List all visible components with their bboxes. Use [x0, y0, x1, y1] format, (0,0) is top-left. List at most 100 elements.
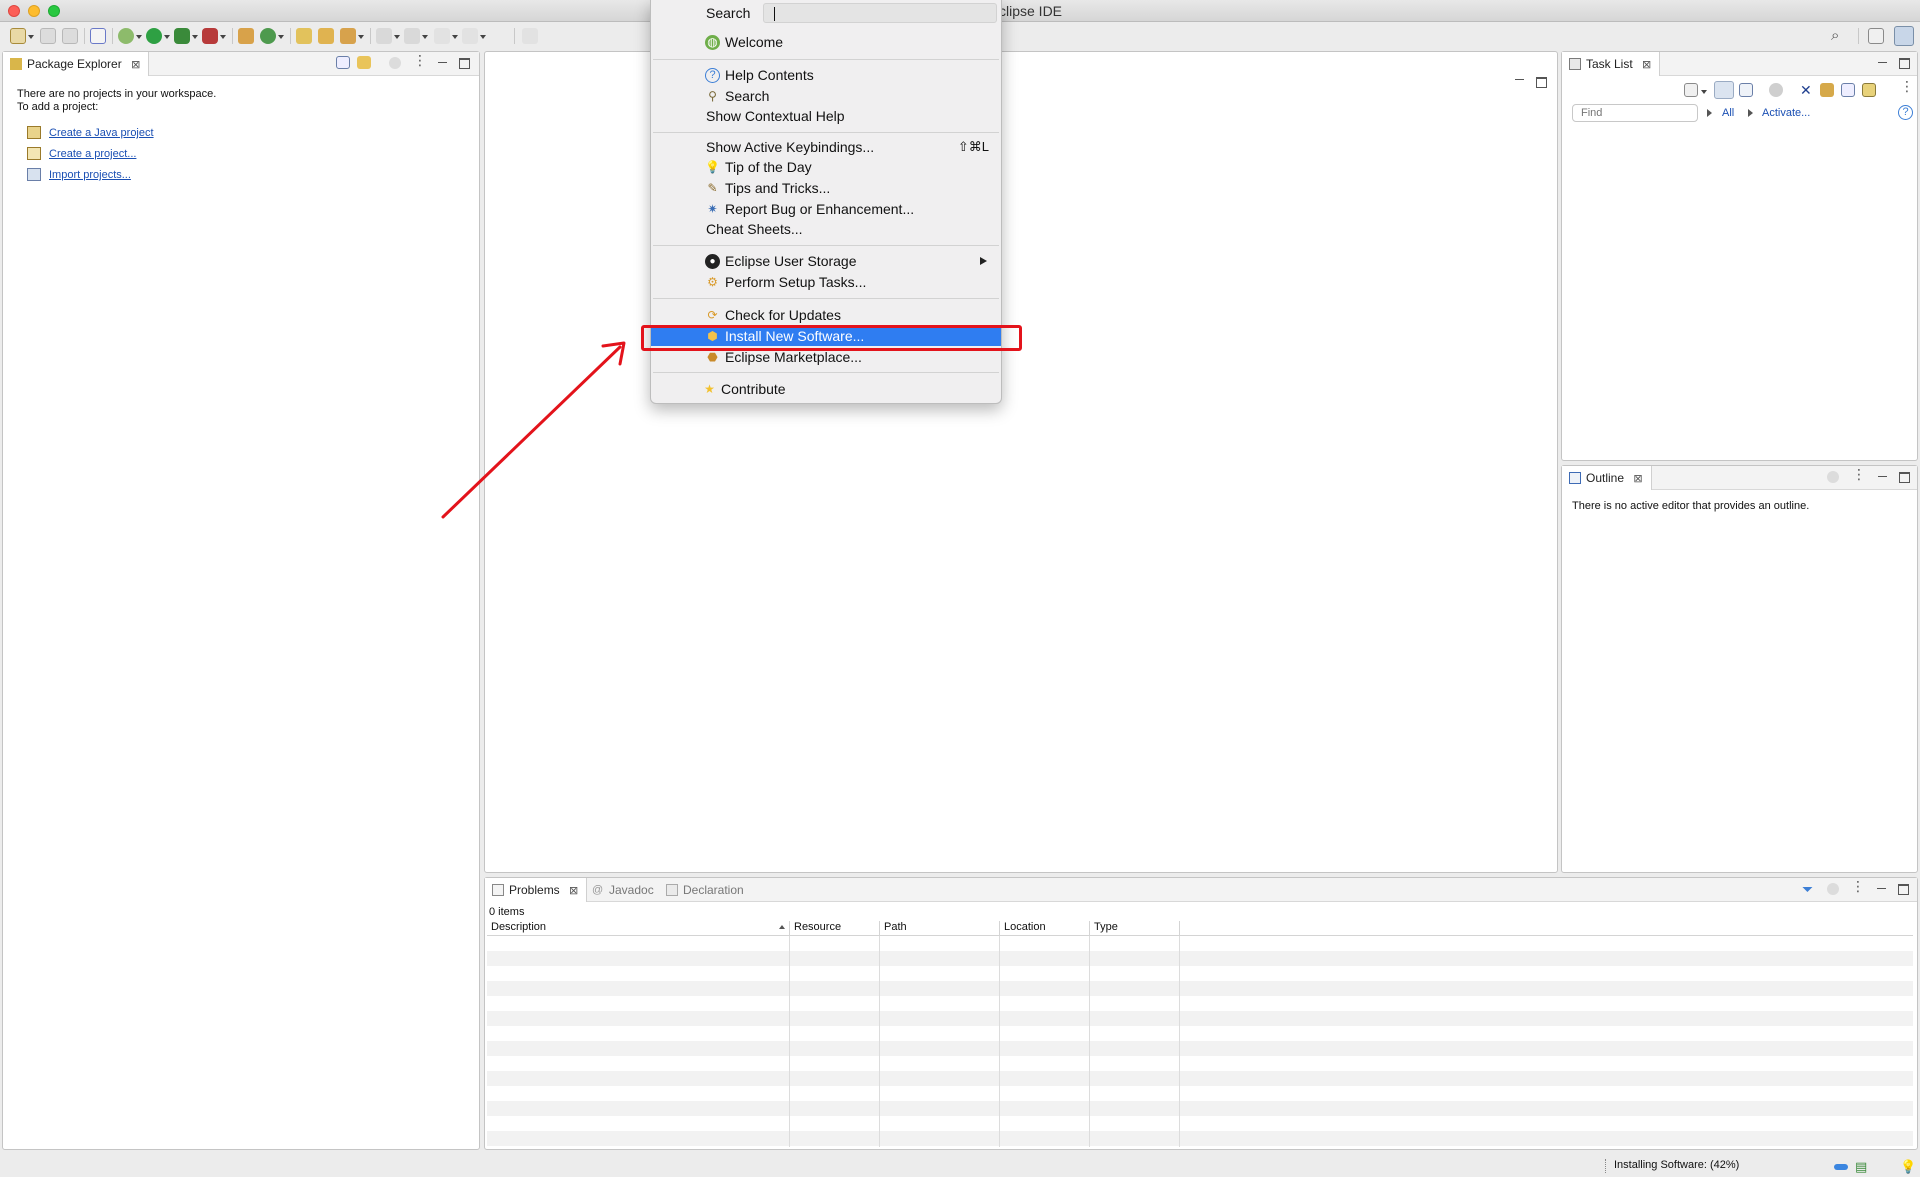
filter-all-link[interactable]: All — [1722, 107, 1734, 119]
close-icon[interactable]: ⊠ — [1642, 59, 1651, 71]
create-java-project-link[interactable]: Create a Java project — [27, 126, 154, 139]
back-dropdown-icon[interactable] — [452, 35, 458, 39]
column-header-location[interactable]: Location — [1000, 921, 1090, 936]
categorized-icon[interactable] — [1714, 81, 1734, 99]
maximize-icon[interactable] — [1899, 58, 1910, 69]
focus-on-active-task-icon[interactable] — [389, 57, 401, 69]
next-annotation-dropdown-icon[interactable] — [394, 35, 400, 39]
external-tools-icon[interactable] — [202, 28, 218, 44]
java-perspective-icon[interactable] — [1894, 26, 1914, 46]
minimize-icon[interactable] — [1877, 472, 1888, 483]
menu-item-eclipse-user-storage[interactable]: ● Eclipse User Storage — [651, 251, 1001, 271]
debug-dropdown-icon[interactable] — [136, 35, 142, 39]
column-header-type[interactable]: Type — [1090, 921, 1180, 936]
forward-icon[interactable] — [462, 28, 478, 44]
help-icon[interactable]: ? — [1898, 105, 1913, 120]
search-icon[interactable] — [340, 28, 356, 44]
lightbulb-icon[interactable]: 💡 — [1900, 1159, 1916, 1175]
task-find-input[interactable] — [1572, 104, 1698, 122]
forward-dropdown-icon[interactable] — [480, 35, 486, 39]
tab-task-list[interactable]: Task List ⊠ — [1562, 52, 1661, 76]
synchronize-icon[interactable] — [1862, 83, 1876, 97]
pin-editor-icon[interactable] — [522, 28, 538, 44]
next-annotation-icon[interactable] — [376, 28, 392, 44]
progress-view-icon[interactable]: ▤ — [1855, 1159, 1867, 1175]
new-java-package-icon[interactable] — [238, 28, 254, 44]
focus-on-workweek-icon[interactable] — [1769, 83, 1783, 97]
tab-declaration[interactable]: Declaration — [659, 878, 752, 902]
menu-item-cheat-sheets[interactable]: Cheat Sheets... — [651, 219, 1001, 239]
scheduled-icon[interactable] — [1739, 83, 1753, 97]
menu-item-perform-setup-tasks[interactable]: ⚙ Perform Setup Tasks... — [651, 272, 1001, 292]
filter-icon[interactable]: ⏷ — [1802, 882, 1816, 896]
new-icon[interactable] — [10, 28, 26, 44]
menu-item-report-bug[interactable]: ✷ Report Bug or Enhancement... — [651, 199, 1001, 219]
open-task-icon[interactable] — [318, 28, 334, 44]
tab-package-explorer[interactable]: Package Explorer ⊠ — [3, 52, 150, 76]
focus-on-active-task-icon[interactable] — [1827, 883, 1839, 895]
previous-annotation-dropdown-icon[interactable] — [422, 35, 428, 39]
create-project-link[interactable]: Create a project... — [27, 147, 136, 160]
open-type-icon[interactable] — [296, 28, 312, 44]
new-java-class-icon[interactable] — [260, 28, 276, 44]
save-all-icon[interactable] — [62, 28, 78, 44]
view-menu-icon[interactable] — [413, 55, 424, 66]
tab-outline[interactable]: Outline ⊠ — [1562, 466, 1652, 490]
window-zoom-button[interactable] — [48, 5, 60, 17]
menu-item-welcome[interactable]: ◍ Welcome — [651, 32, 1001, 52]
menu-item-tips-and-tricks[interactable]: ✎ Tips and Tricks... — [651, 178, 1001, 198]
collapse-all-icon[interactable] — [1841, 83, 1855, 97]
menu-item-show-active-keybindings[interactable]: Show Active Keybindings... ⇧⌘L — [651, 137, 1001, 157]
view-menu-icon[interactable] — [1852, 469, 1863, 480]
hide-completed-icon[interactable]: ✕ — [1800, 83, 1814, 97]
import-projects-label[interactable]: Import projects... — [49, 169, 131, 181]
open-perspective-icon[interactable] — [1868, 28, 1884, 44]
coverage-icon[interactable] — [174, 28, 190, 44]
link-with-editor-icon[interactable] — [357, 56, 371, 69]
view-menu-icon[interactable] — [1851, 881, 1862, 892]
view-menu-icon[interactable] — [1900, 81, 1911, 92]
maximize-icon[interactable] — [459, 58, 470, 69]
progress-icon[interactable] — [1834, 1164, 1848, 1170]
column-header-resource[interactable]: Resource — [790, 921, 880, 936]
focus-on-active-task-icon[interactable] — [1827, 471, 1839, 483]
external-tools-dropdown-icon[interactable] — [220, 35, 226, 39]
new-task-dropdown-icon[interactable] — [1701, 90, 1707, 94]
import-projects-link[interactable]: Import projects... — [27, 168, 131, 181]
skip-breakpoints-icon[interactable] — [90, 28, 106, 44]
create-java-project-label[interactable]: Create a Java project — [49, 127, 154, 139]
back-icon[interactable] — [434, 28, 450, 44]
save-icon[interactable] — [40, 28, 56, 44]
new-dropdown-icon[interactable] — [28, 35, 34, 39]
debug-icon[interactable] — [118, 28, 134, 44]
previous-annotation-icon[interactable] — [404, 28, 420, 44]
search-dropdown-icon[interactable] — [358, 35, 364, 39]
window-minimize-button[interactable] — [28, 5, 40, 17]
minimize-icon[interactable] — [437, 58, 448, 69]
run-dropdown-icon[interactable] — [164, 35, 170, 39]
maximize-icon[interactable] — [1536, 77, 1547, 88]
column-header-description[interactable]: Description — [487, 921, 790, 936]
coverage-dropdown-icon[interactable] — [192, 35, 198, 39]
create-project-label[interactable]: Create a project... — [49, 148, 136, 160]
minimize-icon[interactable] — [1877, 58, 1888, 69]
new-task-icon[interactable] — [1684, 83, 1698, 97]
maximize-icon[interactable] — [1898, 884, 1909, 895]
activate-task-link[interactable]: Activate... — [1762, 107, 1810, 119]
run-icon[interactable] — [146, 28, 162, 44]
maximize-icon[interactable] — [1899, 472, 1910, 483]
menu-item-check-for-updates[interactable]: ⟳ Check for Updates — [651, 305, 1001, 325]
menu-item-help-contents[interactable]: ? Help Contents — [651, 65, 1001, 85]
menu-item-search[interactable]: ⚲ Search — [651, 86, 1001, 106]
collapse-all-icon[interactable] — [336, 56, 350, 69]
menu-item-show-contextual-help[interactable]: Show Contextual Help — [651, 106, 1001, 126]
tab-javadoc[interactable]: @ Javadoc — [585, 878, 662, 902]
menu-search-input[interactable] — [763, 3, 997, 23]
tab-problems[interactable]: Problems ⊠ — [485, 878, 588, 902]
collapse-tasks-icon[interactable] — [1820, 83, 1834, 97]
window-close-button[interactable] — [8, 5, 20, 17]
search-icon[interactable]: ⌕ — [1831, 27, 1839, 44]
close-icon[interactable]: ⊠ — [1633, 473, 1642, 485]
new-class-dropdown-icon[interactable] — [278, 35, 284, 39]
minimize-icon[interactable] — [1876, 884, 1887, 895]
